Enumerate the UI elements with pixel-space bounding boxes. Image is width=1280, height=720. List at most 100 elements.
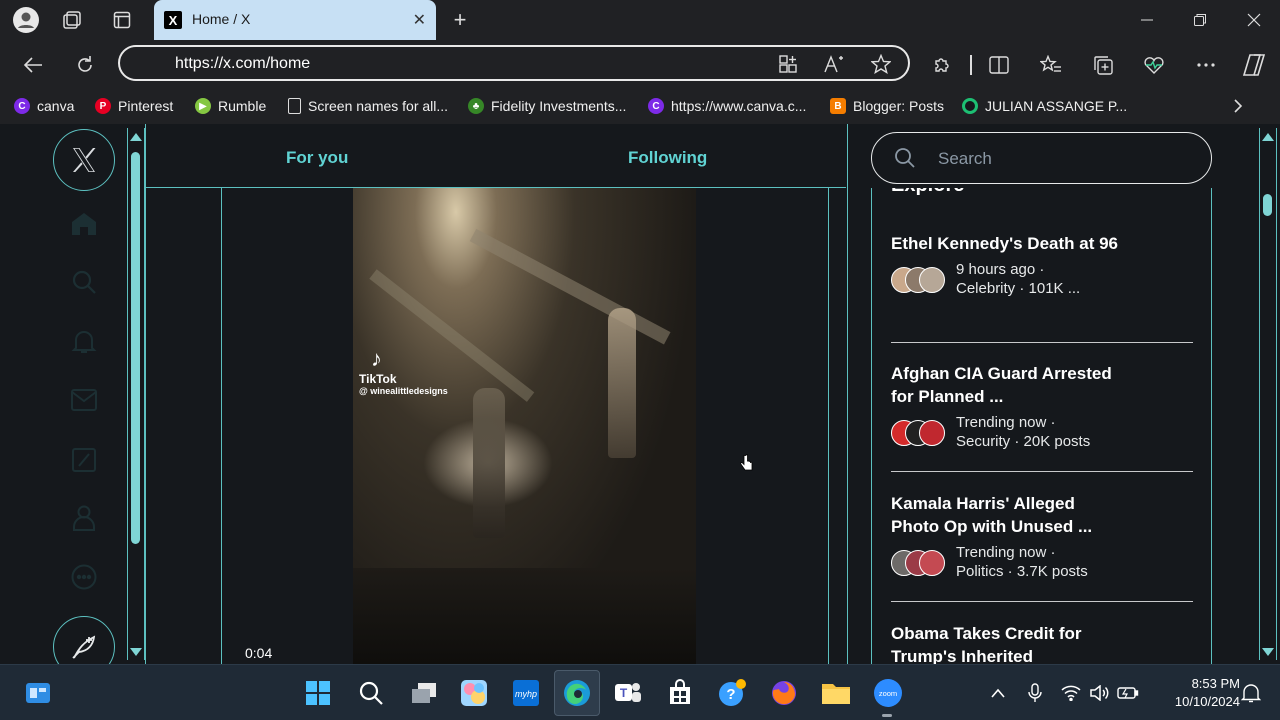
trend-title: Obama Takes Credit for Trump's Inherited [891, 624, 1082, 664]
x-logo-icon[interactable] [53, 129, 115, 191]
edge-browser-icon[interactable] [554, 670, 600, 716]
search-placeholder[interactable]: Search [938, 149, 992, 169]
fidelity-icon: ♣ [468, 98, 484, 114]
main-timeline: For you Following ♪ TikTok @ winealittle… [145, 124, 848, 664]
home-icon[interactable] [70, 210, 98, 238]
minimize-button[interactable] [1132, 6, 1162, 34]
scrollbar-thumb[interactable] [1263, 194, 1272, 216]
trend-item[interactable]: Afghan CIA Guard Arrested for Planned ..… [891, 362, 1193, 454]
microphone-icon[interactable] [1024, 683, 1046, 703]
profile-avatar-icon[interactable] [12, 6, 40, 34]
tab-title: Home / X [192, 11, 251, 27]
trend-meta-category: Politics · 3.7K posts [956, 563, 1088, 580]
scroll-down-arrow-icon[interactable] [1262, 648, 1274, 656]
zoom-icon[interactable]: zoom [872, 677, 904, 709]
firefox-icon[interactable] [768, 677, 800, 709]
trend-title: Ethel Kennedy's Death at 96 [891, 234, 1119, 253]
explore-scrollbar[interactable] [1259, 128, 1277, 660]
back-button[interactable] [19, 51, 47, 79]
scroll-up-arrow-icon[interactable] [1262, 133, 1274, 141]
more-circle-icon[interactable] [70, 563, 98, 591]
trend-avatars [891, 550, 951, 578]
address-toolbar: https://x.com/home [0, 40, 1280, 88]
trend-avatars [891, 267, 951, 295]
refresh-button[interactable] [71, 51, 99, 79]
svg-text:myhp: myhp [515, 689, 537, 699]
bookmark-canva[interactable]: Ccanva [14, 96, 74, 116]
microsoft-store-icon[interactable] [664, 677, 696, 709]
bookmark-blogger[interactable]: B Blogger: Posts [830, 96, 944, 116]
bookmark-canva-url[interactable]: Chttps://www.canva.c... [648, 96, 806, 116]
bookmark-fidelity[interactable]: ♣ Fidelity Investments... [468, 96, 626, 116]
file-explorer-icon[interactable] [820, 677, 852, 709]
rumble-icon: ▶ [195, 98, 211, 114]
trend-item[interactable]: Kamala Harris' Alleged Photo Op with Unu… [891, 492, 1193, 584]
trend-item[interactable]: Ethel Kennedy's Death at 96 9 hours ago … [891, 232, 1193, 301]
widgets-icon[interactable] [22, 677, 54, 709]
page-scrollbar[interactable] [127, 128, 145, 660]
compose-post-button[interactable] [53, 616, 115, 664]
tab-following[interactable]: Following [628, 148, 707, 168]
copilot-app-icon[interactable] [458, 677, 490, 709]
video-post[interactable]: ♪ TikTok @ winealittledesigns 0:04 [221, 188, 829, 664]
extensions-icon[interactable] [928, 51, 956, 79]
explore-panel: Explore Ethel Kennedy's Death at 96 9 ho… [871, 188, 1212, 664]
search-icon[interactable] [70, 268, 98, 296]
get-help-icon[interactable]: ? [716, 677, 748, 709]
bookmark-screen-names[interactable]: Screen names for all... [288, 96, 448, 116]
hand-cursor-icon [740, 454, 754, 474]
messages-mail-icon[interactable] [70, 386, 98, 414]
url-text[interactable]: https://x.com/home [175, 55, 310, 73]
notification-center-icon[interactable] [1240, 683, 1262, 703]
tiktok-handle: @ winealittledesigns [359, 386, 448, 396]
browser-essentials-icon[interactable] [1140, 51, 1168, 79]
copilot-icon[interactable] [1240, 51, 1268, 79]
profile-person-icon[interactable] [70, 504, 98, 532]
grok-icon[interactable] [70, 446, 98, 474]
workspaces-icon[interactable] [58, 6, 86, 34]
scroll-down-arrow-icon[interactable] [130, 648, 142, 656]
collections-icon[interactable] [1089, 51, 1117, 79]
myhp-icon[interactable]: myhp [510, 677, 542, 709]
system-clock[interactable]: 8:53 PM 10/10/2024 [1150, 675, 1240, 711]
search-icon [894, 147, 916, 169]
restore-button[interactable] [1185, 6, 1215, 34]
tab-actions-icon[interactable] [108, 6, 136, 34]
svg-text:?: ? [726, 686, 735, 703]
app-available-icon[interactable] [776, 53, 800, 75]
new-tab-button[interactable]: + [448, 6, 472, 34]
wifi-icon[interactable] [1060, 683, 1082, 703]
browser-tab-home[interactable]: X Home / X ✕ [154, 0, 436, 40]
trend-title: Kamala Harris' Alleged Photo Op with Unu… [891, 494, 1093, 536]
volume-icon[interactable] [1089, 683, 1111, 703]
split-screen-icon[interactable] [985, 51, 1013, 79]
more-options-icon[interactable] [1192, 51, 1220, 79]
tab-close-icon[interactable]: ✕ [413, 10, 426, 30]
bookmark-pinterest[interactable]: P Pinterest [95, 96, 173, 116]
video-player[interactable]: ♪ TikTok @ winealittledesigns [353, 188, 696, 664]
task-view-icon[interactable] [408, 677, 440, 709]
scrollbar-thumb[interactable] [131, 152, 140, 544]
show-hidden-icons-chevron-icon[interactable] [987, 683, 1009, 703]
favorites-icon[interactable] [1037, 51, 1065, 79]
bookmarks-overflow-chevron-icon[interactable] [1233, 96, 1243, 116]
search-box[interactable]: Search [871, 132, 1212, 184]
tab-for-you[interactable]: For you [286, 148, 348, 168]
trend-item[interactable]: Obama Takes Credit for Trump's Inherited [891, 622, 1193, 664]
start-windows-icon[interactable] [302, 677, 334, 709]
read-aloud-icon[interactable] [822, 53, 846, 75]
timeline-tabs: For you Following [146, 124, 846, 188]
battery-icon[interactable] [1117, 683, 1139, 703]
trend-divider [891, 601, 1193, 602]
scroll-up-arrow-icon[interactable] [130, 133, 142, 141]
bookmark-rumble[interactable]: ▶ Rumble [195, 96, 266, 116]
bookmark-julian-assange[interactable]: JULIAN ASSANGE P... [962, 96, 1127, 116]
favorite-star-icon[interactable] [869, 53, 893, 75]
x-favicon-icon: X [164, 11, 182, 29]
close-window-button[interactable] [1239, 6, 1269, 34]
notifications-bell-icon[interactable] [70, 327, 98, 355]
pinterest-icon: P [95, 98, 111, 114]
teams-icon[interactable]: T [612, 677, 644, 709]
taskbar-search-icon[interactable] [355, 677, 387, 709]
address-bar[interactable]: https://x.com/home [118, 45, 910, 81]
